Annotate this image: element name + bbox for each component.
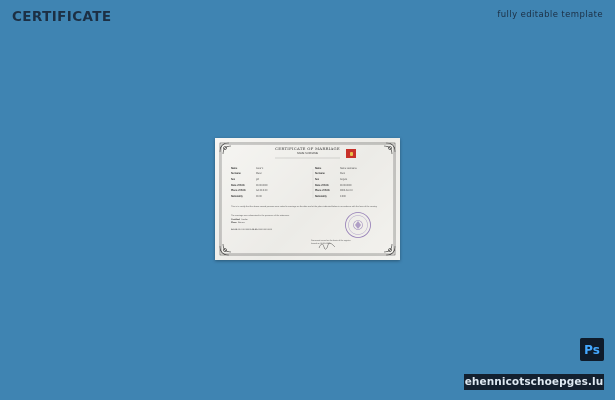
field-row: Nationality 00.00 bbox=[231, 195, 262, 198]
left-fields: Name Jana V. Surname Meier Sex girl Date of… bbox=[231, 166, 268, 200]
official-seal-icon bbox=[345, 212, 371, 238]
certificate-subheading: NAME SURNAME bbox=[296, 152, 319, 155]
right-fields: Name Name Lastname Surname Klein Sex Angelo… bbox=[315, 166, 357, 200]
flag-emblem-icon bbox=[346, 149, 356, 158]
tagline: fully editable template bbox=[497, 10, 603, 20]
certificate-preview: CERTIFICATE OF MARRIAGE NAME SURNAME Nam… bbox=[215, 138, 400, 260]
page-title: CERTIFICATE bbox=[12, 9, 112, 25]
signature-icon bbox=[318, 242, 336, 250]
certificate-heading: CERTIFICATE OF MARRIAGE bbox=[275, 146, 340, 151]
witness-block: Certified Jardim Place Bairros bbox=[231, 219, 248, 225]
website-badge[interactable]: ehennicotschoepges.lu bbox=[464, 374, 604, 390]
certification-paragraph: This is to certify that the above named … bbox=[231, 206, 378, 208]
photoshop-icon: Ps bbox=[580, 338, 604, 361]
field-row: Nationality 0.000 bbox=[315, 195, 346, 198]
serial-numbers: AA.AA.00.0.00.00000 AA.AA.0000.000.0000 bbox=[231, 229, 273, 231]
